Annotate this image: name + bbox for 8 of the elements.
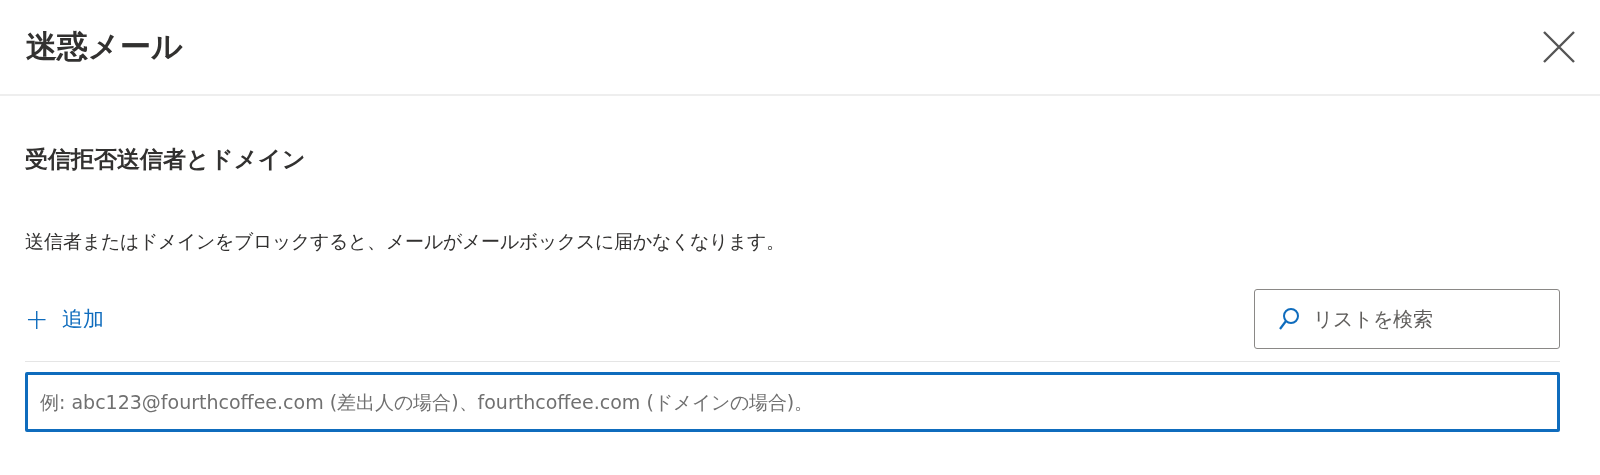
add-button[interactable]: + 追加 — [25, 302, 105, 336]
close-button[interactable] — [1542, 30, 1576, 64]
entry-field[interactable]: 例: abc123@fourthcoffee.com (差出人の場合)、fourthcoffee.com (ドメインの場合)。 — [25, 372, 1560, 432]
section-heading: 受信拒否送信者とドメイン — [25, 145, 307, 174]
search-field[interactable]: リストを検索 — [1254, 289, 1560, 349]
close-icon — [1542, 30, 1576, 64]
panel-title: 迷惑メール — [26, 27, 183, 66]
section-description: 送信者またはドメインをブロックすると、メールがメールボックスに届かなくなります。 — [25, 229, 786, 254]
